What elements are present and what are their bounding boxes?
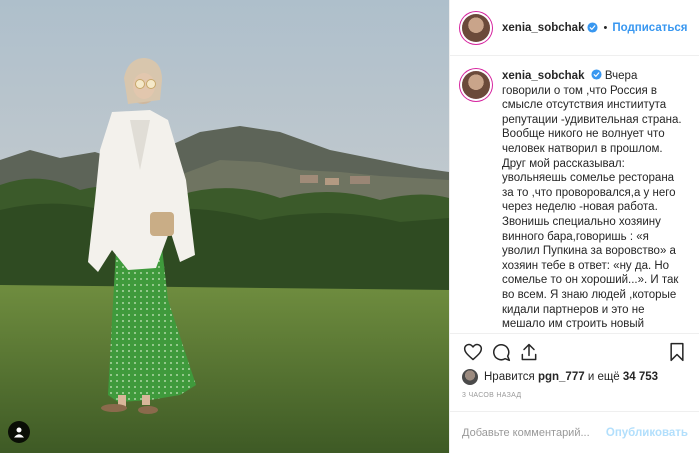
likes-summary: Нравится pgn_777 и ещё 34 753: [462, 368, 658, 386]
header-separator: •: [603, 21, 608, 34]
liker-username[interactable]: pgn_777: [538, 371, 585, 383]
bookmark-icon: [670, 342, 684, 361]
verified-badge-icon: [591, 69, 602, 80]
caption: xenia_sobchak Вчера говорили о том ,что …: [502, 69, 686, 333]
verified-badge-icon: [587, 22, 599, 33]
likes-middle: и ещё: [587, 371, 620, 383]
like-button[interactable]: [460, 339, 486, 365]
post-header: xenia_sobchak • Подписаться: [450, 0, 699, 56]
action-bar: [450, 333, 699, 369]
caption-avatar[interactable]: [462, 71, 490, 99]
caption-text: Вчера говорили о том ,что Россия в смысл…: [502, 70, 682, 333]
save-button[interactable]: [664, 339, 690, 365]
post-sidebar: xenia_sobchak • Подписаться xenia_sobcha…: [449, 0, 699, 453]
likes-count[interactable]: 34 753: [623, 371, 658, 383]
share-button[interactable]: [516, 339, 542, 365]
likes-prefix: Нравится: [484, 371, 535, 383]
post-photo[interactable]: [0, 0, 449, 453]
heart-icon: [463, 343, 483, 360]
share-icon: [521, 343, 537, 360]
caption-area[interactable]: xenia_sobchak Вчера говорили о том ,что …: [450, 57, 699, 333]
user-tag-icon[interactable]: [8, 421, 30, 443]
follow-button[interactable]: Подписаться: [612, 22, 687, 34]
comment-icon: [493, 343, 511, 361]
avatar[interactable]: [462, 13, 490, 42]
liker-avatar[interactable]: [462, 369, 478, 385]
comment-bar: Опубликовать: [450, 411, 699, 453]
publish-button[interactable]: Опубликовать: [606, 427, 688, 439]
header-username[interactable]: xenia_sobchak: [502, 22, 584, 34]
post-timestamp[interactable]: 3 часов назад: [462, 392, 521, 399]
comment-input[interactable]: [462, 426, 606, 439]
comment-button[interactable]: [488, 339, 514, 365]
caption-username[interactable]: xenia_sobchak: [502, 70, 584, 82]
post-image: [0, 0, 449, 453]
